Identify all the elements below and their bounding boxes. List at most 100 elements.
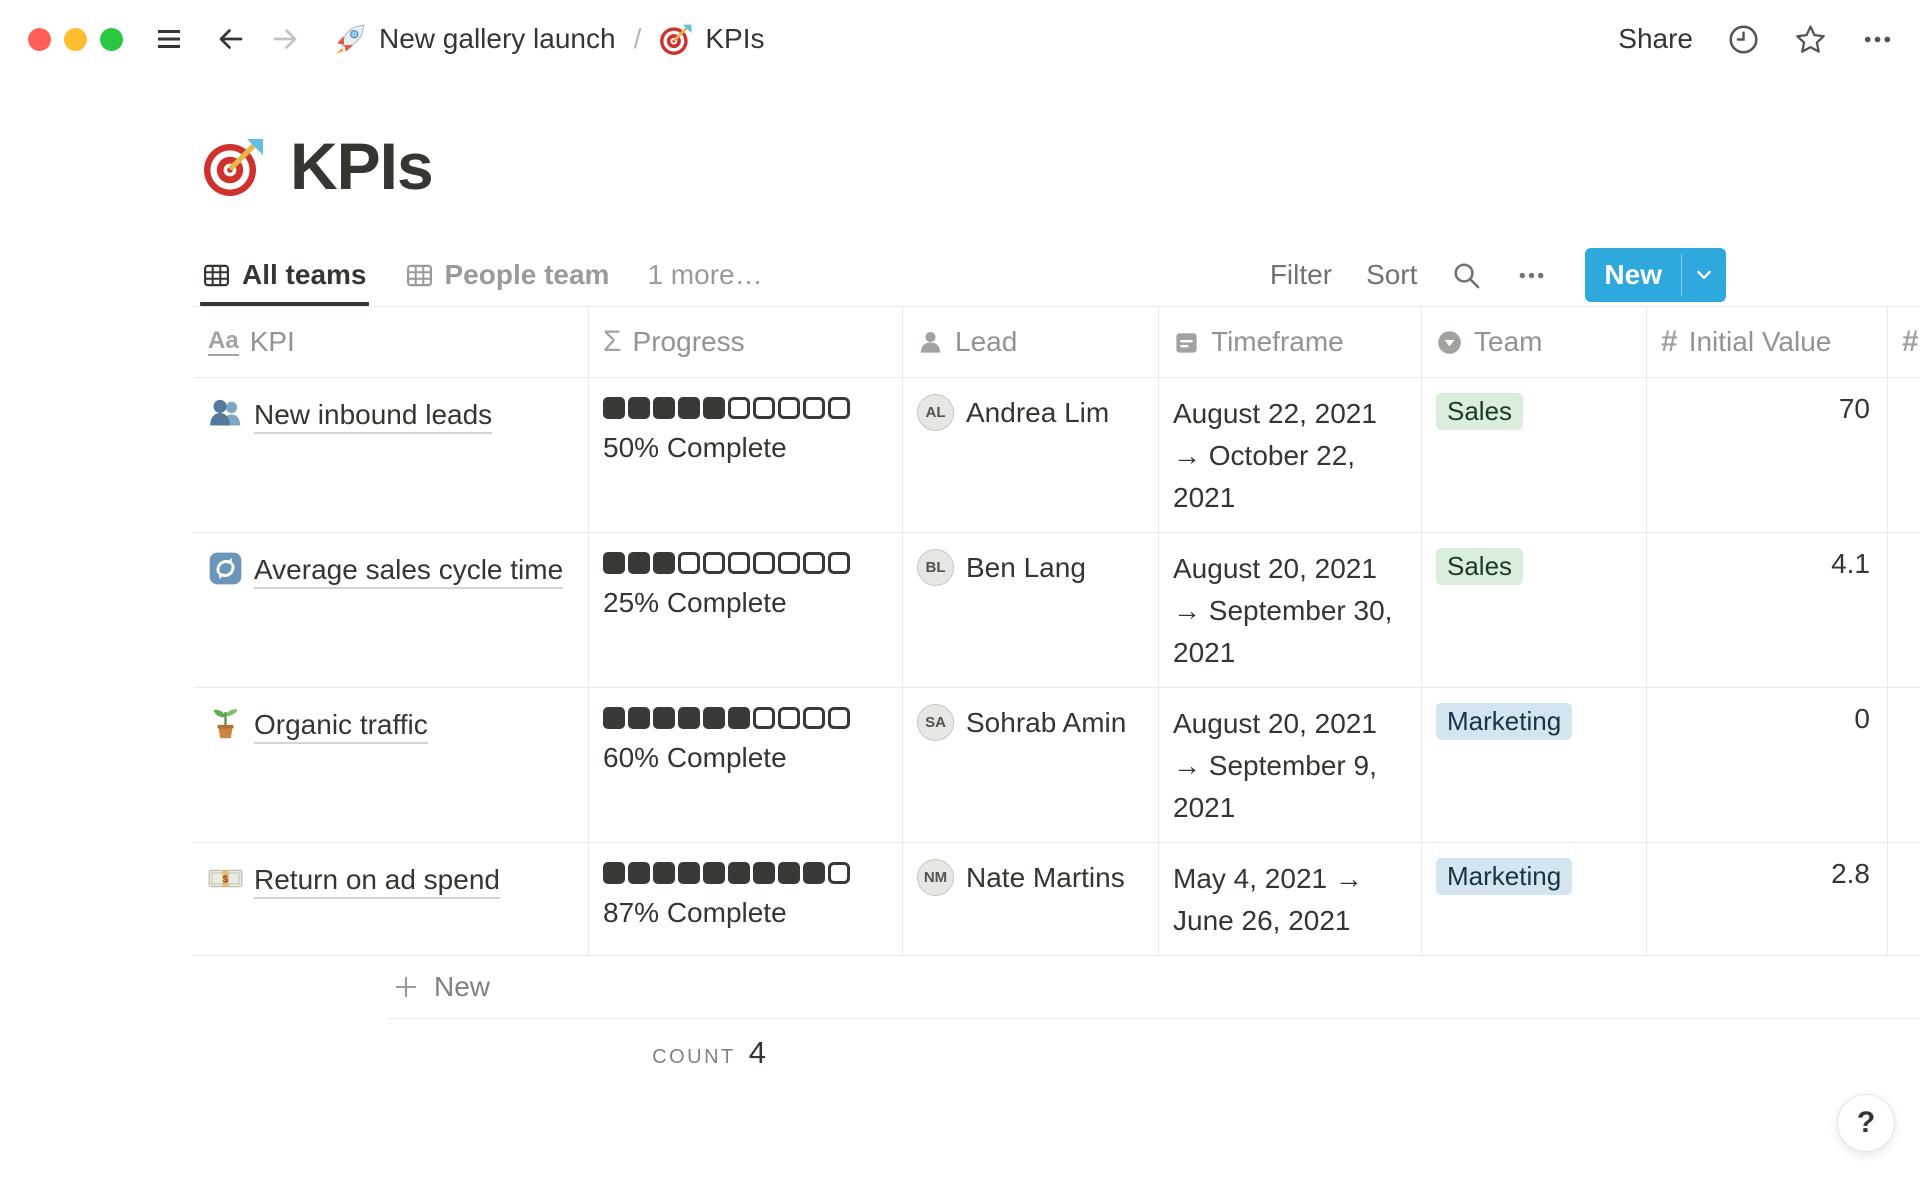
extra-column-cell[interactable] [1887,378,1920,532]
progress-square-filled [753,862,775,884]
new-button-label[interactable]: New [1585,248,1681,302]
column-label: Progress [633,326,745,358]
progress-square-empty [828,707,850,729]
table-row: Average sales cycle time 25% Complete BL… [194,533,1920,688]
number-column-icon: # [1661,327,1678,357]
progress-square-empty [778,397,800,419]
column-header[interactable]: # [1887,307,1920,377]
close-window-button[interactable] [28,28,51,51]
table-view-icon [405,261,434,290]
progress-bar [603,862,888,884]
column-header[interactable]: Lead [902,307,1158,377]
tab-label: All teams [242,259,367,291]
column-header[interactable]: Timeframe [1158,307,1421,377]
kpi-cell[interactable]: Average sales cycle time [194,533,588,687]
progress-cell[interactable]: 50% Complete [588,378,902,532]
kpi-cell[interactable]: Organic traffic [194,688,588,842]
more-views-link[interactable]: 1 more… [647,259,762,291]
forward-arrow-icon[interactable] [269,23,301,55]
lead-cell[interactable]: SA Sohrab Amin [902,688,1158,842]
lead-cell[interactable]: BL Ben Lang [902,533,1158,687]
help-button[interactable]: ? [1837,1094,1895,1152]
breadcrumb-root-link[interactable]: New gallery launch [379,23,616,55]
progress-square-filled [628,397,650,419]
timeframe-cell[interactable]: August 20, 2021 → September 30, 2021 [1158,533,1421,687]
progress-square-empty [828,862,850,884]
lead-name: Andrea Lim [966,394,1109,432]
add-new-row[interactable]: New [388,956,1920,1019]
lead-avatar: SA [917,704,954,741]
tab-people-team[interactable]: People team [405,244,610,306]
progress-cell[interactable]: 60% Complete [588,688,902,842]
column-header[interactable]: # Initial Value [1646,307,1887,377]
team-cell[interactable]: Sales [1421,533,1646,687]
initial-value-cell[interactable]: 0 [1646,688,1887,842]
breadcrumb-current-page[interactable]: KPIs [705,23,764,55]
column-label: Timeframe [1211,326,1344,358]
progress-square-empty [803,707,825,729]
extra-column-cell[interactable] [1887,533,1920,687]
minimize-window-button[interactable] [64,28,87,51]
initial-value-cell[interactable]: 4.1 [1646,533,1887,687]
initial-value-cell[interactable]: 70 [1646,378,1887,532]
filter-button[interactable]: Filter [1270,259,1332,291]
progress-square-empty [778,707,800,729]
page-title[interactable]: KPIs [290,128,433,204]
breadcrumb-separator: / [628,23,648,55]
team-tag: Sales [1436,393,1523,430]
view-options-ellipsis-icon[interactable] [1516,260,1547,291]
page-target-emoji-icon[interactable] [202,134,266,198]
team-cell[interactable]: Sales [1421,378,1646,532]
star-favorite-icon[interactable] [1794,23,1827,56]
progress-square-empty [778,552,800,574]
table-row: Return on ad spend 87% Complete NM Nate … [194,843,1920,956]
lead-cell[interactable]: AL Andrea Lim [902,378,1158,532]
progress-square-empty [728,397,750,419]
plant-emoji-icon [208,709,254,740]
tab-all-teams[interactable]: All teams [202,244,367,306]
progress-bar [603,707,888,729]
progress-cell[interactable]: 87% Complete [588,843,902,955]
column-label: KPI [250,326,295,358]
progress-cell[interactable]: 25% Complete [588,533,902,687]
new-button[interactable]: New [1585,248,1726,302]
team-tag: Sales [1436,548,1523,585]
zoom-window-button[interactable] [100,28,123,51]
lead-cell[interactable]: NM Nate Martins [902,843,1158,955]
team-cell[interactable]: Marketing [1421,843,1646,955]
column-label: Initial Value [1689,326,1832,358]
clock-history-icon[interactable] [1727,23,1760,56]
column-header[interactable]: Σ Progress [588,307,902,377]
search-icon[interactable] [1451,260,1482,291]
add-new-row-label: New [434,971,490,1003]
timeframe-cell[interactable]: August 22, 2021 → October 22, 2021 [1158,378,1421,532]
count-footer[interactable]: COUNT 4 [388,1035,782,1071]
column-header[interactable]: Team [1421,307,1646,377]
kpi-page-link[interactable]: Return on ad spend [254,864,500,899]
share-button[interactable]: Share [1618,23,1693,55]
progress-label: 50% Complete [603,432,888,464]
progress-square-empty [803,397,825,419]
extra-column-cell[interactable] [1887,843,1920,955]
team-cell[interactable]: Marketing [1421,688,1646,842]
table-row: Organic traffic 60% Complete SA Sohrab A… [194,688,1920,843]
table-body: New inbound leads 50% Complete AL Andrea… [194,378,1920,956]
kpi-page-link[interactable]: New inbound leads [254,399,492,434]
page-header: KPIs [202,128,1920,204]
back-arrow-icon[interactable] [215,23,247,55]
kpi-cell[interactable]: New inbound leads [194,378,588,532]
timeframe-cell[interactable]: August 20, 2021 → September 9, 2021 [1158,688,1421,842]
sidebar-menu-icon[interactable] [153,23,185,55]
column-header[interactable]: Aa KPI [194,307,588,377]
extra-column-cell[interactable] [1887,688,1920,842]
kpi-page-link[interactable]: Average sales cycle time [254,554,563,589]
kpi-page-link[interactable]: Organic traffic [254,709,428,744]
initial-value-cell[interactable]: 2.8 [1646,843,1887,955]
timeframe-cell[interactable]: May 4, 2021 → June 26, 2021 [1158,843,1421,955]
kpi-cell[interactable]: Return on ad spend [194,843,588,955]
chevron-down-icon[interactable] [1682,248,1726,302]
progress-square-empty [678,552,700,574]
more-options-icon[interactable] [1861,23,1894,56]
column-label: Team [1474,326,1542,358]
sort-button[interactable]: Sort [1366,259,1417,291]
